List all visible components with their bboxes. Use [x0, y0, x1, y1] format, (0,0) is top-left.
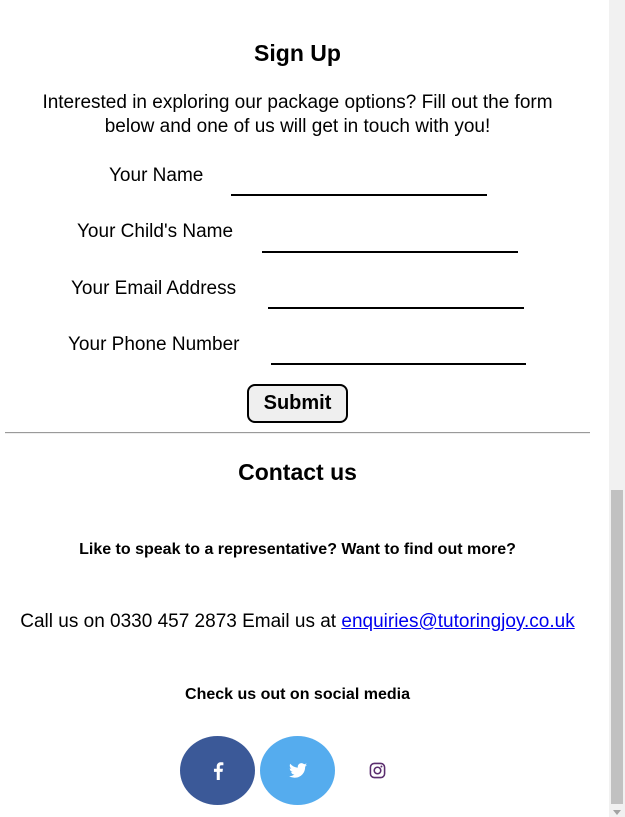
scrollbar[interactable] — [609, 0, 625, 817]
signup-title: Sign Up — [254, 40, 341, 66]
name-label: Your Name — [109, 165, 204, 186]
page-content: Sign Up Interested in exploring our pack… — [0, 0, 609, 817]
instagram-button[interactable] — [340, 736, 415, 805]
child-name-field[interactable] — [262, 233, 518, 253]
contact-subheading: Like to speak to a representative? Want … — [79, 541, 516, 558]
email-link[interactable]: enquiries@tutoringjoy.co.uk — [341, 611, 574, 632]
twitter-button[interactable] — [260, 736, 335, 805]
contact-title: Contact us — [238, 459, 357, 485]
signup-intro: Interested in exploring our package opti… — [42, 92, 553, 137]
page: Sign Up Interested in exploring our pack… — [0, 0, 625, 817]
facebook-button[interactable] — [180, 736, 255, 805]
submit-button[interactable]: Submit — [247, 384, 348, 423]
child-name-label: Your Child's Name — [77, 221, 234, 242]
phone-label: Your Phone Number — [68, 334, 240, 355]
email-label: Your Email Address — [71, 278, 237, 299]
contact-line: Call us on 0330 457 2873 Email us at enq… — [0, 611, 595, 633]
email-field[interactable] — [268, 289, 524, 309]
phone-field[interactable] — [271, 345, 526, 365]
facebook-icon — [213, 761, 223, 780]
section-divider — [5, 432, 590, 434]
call-text: Call us on 0330 457 2873 Email us at — [20, 611, 342, 632]
scrollbar-thumb[interactable] — [611, 490, 623, 804]
scroll-down-arrow-icon[interactable] — [613, 810, 621, 815]
instagram-icon — [369, 762, 386, 779]
name-field[interactable] — [231, 176, 487, 196]
social-heading: Check us out on social media — [185, 686, 410, 703]
twitter-icon — [288, 763, 307, 778]
